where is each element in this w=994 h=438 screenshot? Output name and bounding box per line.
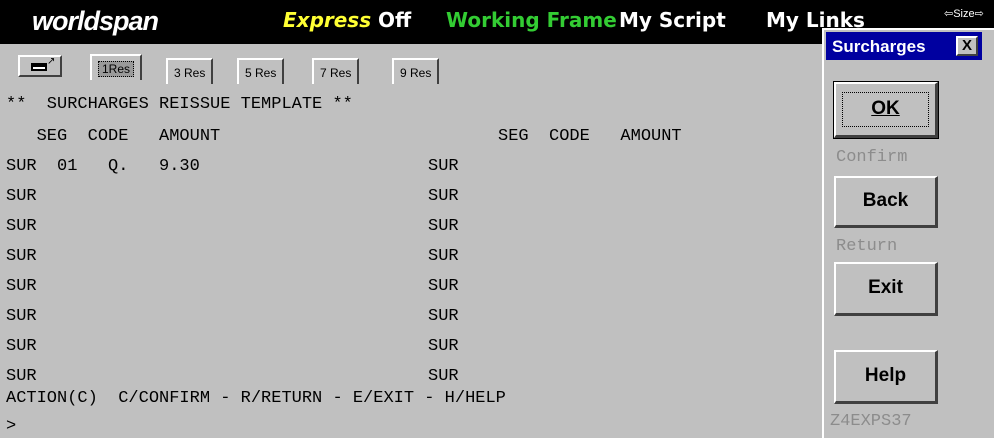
columns-left: SEG CODE AMOUNT [6,127,221,146]
tab-label: 1Res [98,61,135,77]
columns-right: SEG CODE AMOUNT [498,127,682,146]
arrow-icon: ↗ [47,56,56,67]
surcharges-dialog: Surcharges X OK Confirm Back Return Exit… [822,28,994,438]
size-control[interactable]: ⇦Size⇨ [944,7,984,20]
dialog-title-bar: Surcharges X [826,32,982,60]
confirm-hint: Confirm [836,148,908,167]
row-left: SUR [6,247,37,266]
command-prompt[interactable]: > [6,418,16,436]
tab-9res[interactable]: 9 Res [392,58,440,84]
row-left: SUR [6,187,37,206]
tab-label: 5 Res [245,66,277,80]
template-header: ** SURCHARGES REISSUE TEMPLATE ** [6,95,353,114]
row-left: SUR [6,217,37,236]
row-right: SUR [428,157,459,176]
tab-label: 9 Res [400,66,432,80]
my-script-menu[interactable]: My Script [619,8,726,32]
row-right: SUR [428,217,459,236]
tab-7res[interactable]: 7 Res [312,58,360,84]
row-right: SUR [428,337,459,356]
worldspan-logo: worldspan [32,6,159,36]
dialog-title: Surcharges [832,37,926,56]
row-left: SUR [6,277,37,296]
row-right: SUR [428,247,459,266]
back-button[interactable]: Back [834,176,938,228]
working-frame-menu[interactable]: Working Frame [446,8,617,32]
tab-3res[interactable]: 3 Res [166,58,214,84]
tab-label: 3 Res [174,66,206,80]
restore-window-button[interactable]: ↗ [18,55,62,77]
row-left: SUR [6,307,37,326]
screen-code: Z4EXPS37 [830,412,912,431]
tab-5res[interactable]: 5 Res [237,58,285,84]
help-label: Help [864,365,907,386]
row-right: SUR [428,367,459,386]
row-left: SUR [6,337,37,356]
res-tab-bar: ↗ 1Res 3 Res 5 Res 7 Res 9 Res [0,48,822,84]
focus-outline [842,92,929,127]
exit-label: Exit [868,277,903,298]
action-line: ACTION(C) C/CONFIRM - R/RETURN - E/EXIT … [6,389,506,408]
return-hint: Return [836,237,898,256]
row-right: SUR [428,307,459,326]
help-button[interactable]: Help [834,350,938,404]
tab-label: 7 Res [320,66,352,80]
row-left: SUR 01 Q. 9.30 [6,157,200,176]
close-button[interactable]: X [956,36,978,56]
exit-button[interactable]: Exit [834,262,938,316]
back-label: Back [862,190,909,211]
express-toggle[interactable]: Express [283,8,371,32]
window-icon [31,63,47,71]
row-right: SUR [428,277,459,296]
terminal-screen[interactable]: ** SURCHARGES REISSUE TEMPLATE ** SEG CO… [6,94,828,438]
row-left: SUR [6,367,37,386]
express-state[interactable]: Off [378,8,411,32]
tab-1res[interactable]: 1Res [90,54,143,80]
row-right: SUR [428,187,459,206]
ok-button[interactable]: OK [833,81,939,139]
